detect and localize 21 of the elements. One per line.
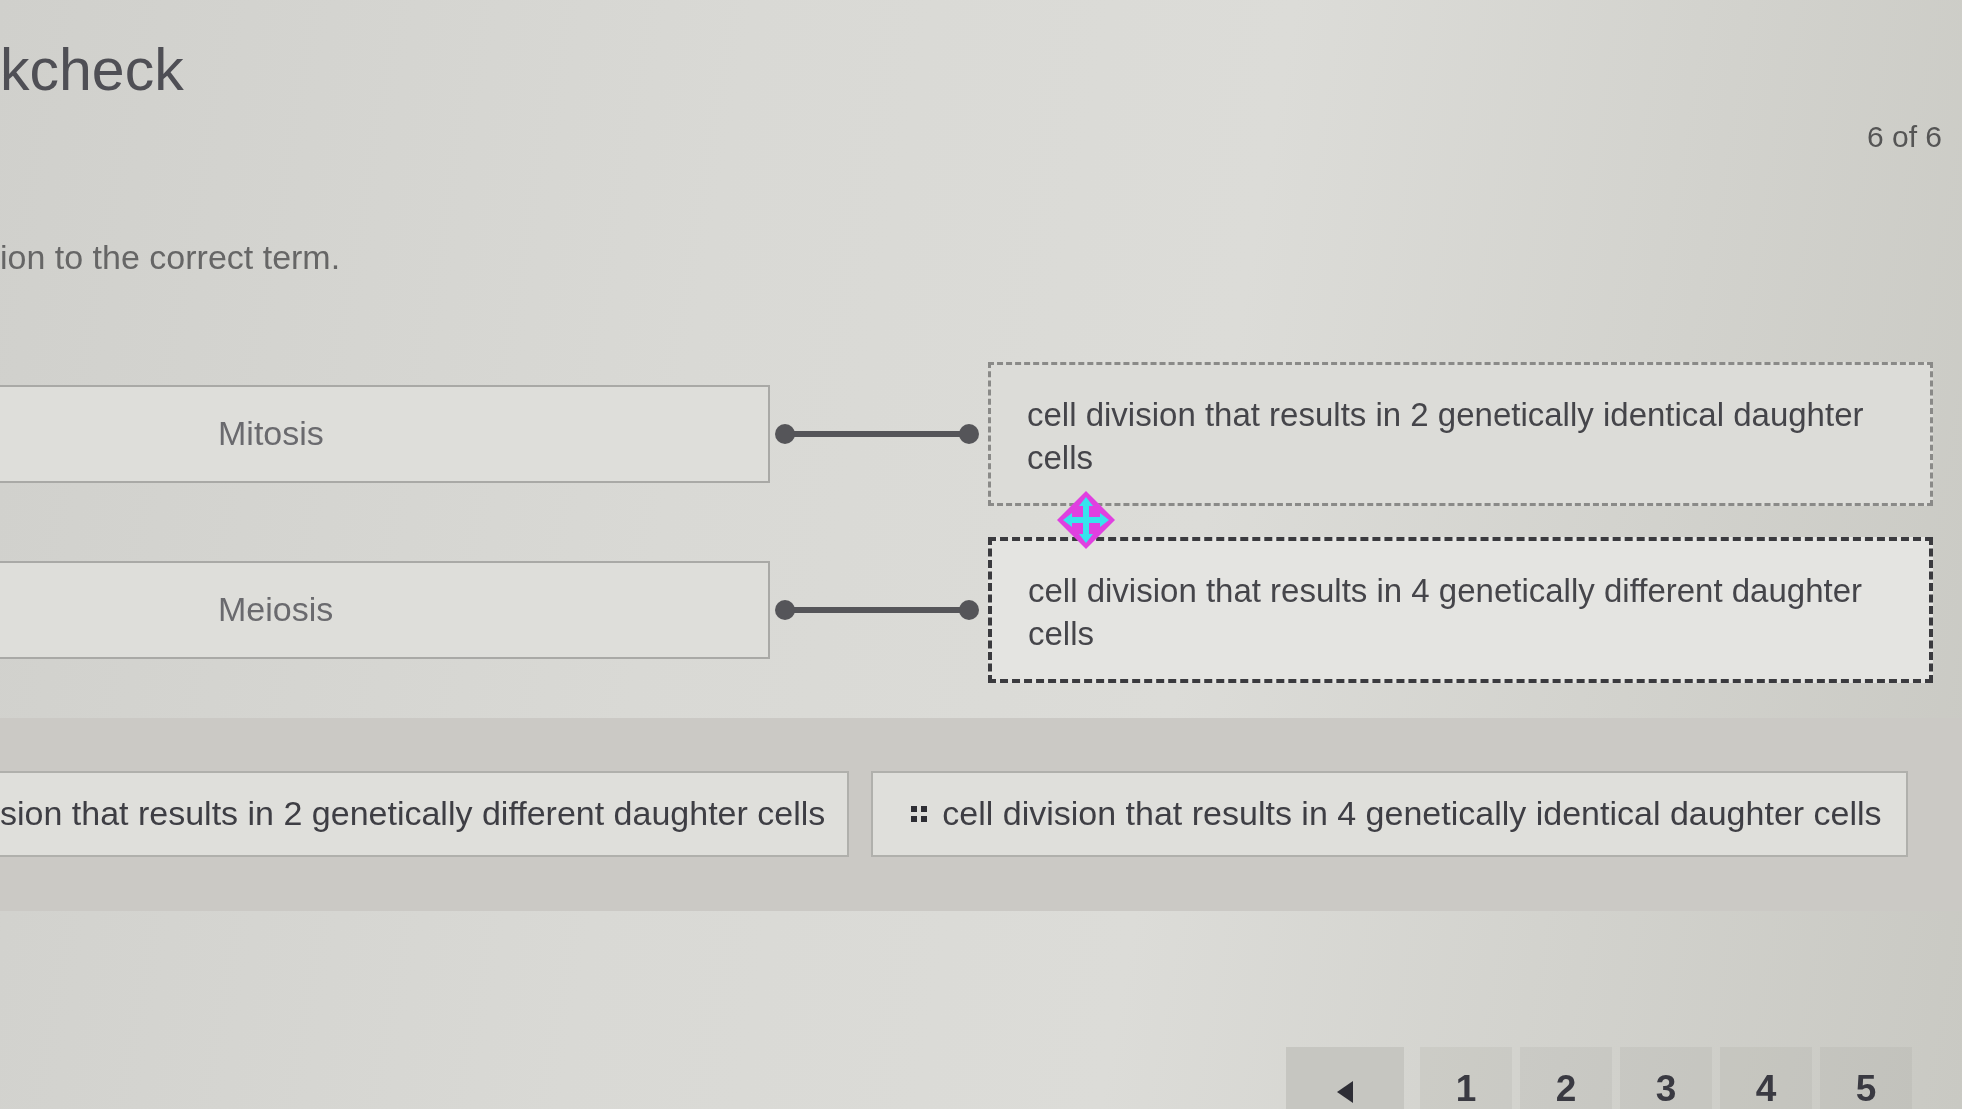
- page-number-button[interactable]: 3: [1620, 1047, 1712, 1109]
- draggable-answer[interactable]: cell division that results in 4 genetically identical daughter cells: [871, 770, 1908, 857]
- left-triangle-icon: [1337, 1081, 1353, 1103]
- answer-text: sion that results in 2 genetically different daughter cells: [0, 794, 826, 834]
- page-number-button[interactable]: 4: [1720, 1047, 1812, 1109]
- question-counter: 6 of 6: [1866, 119, 1942, 154]
- answer-drop-zone[interactable]: cell division that results in 2 genetically identical daughter cells: [988, 361, 1933, 506]
- previous-page-button[interactable]: [1286, 1047, 1404, 1109]
- answer-text: cell division that results in 4 genetically identical daughter cells: [942, 794, 1882, 834]
- draggable-answer[interactable]: sion that results in 2 genetically different daughter cells: [0, 770, 850, 857]
- page-number-button[interactable]: 5: [1820, 1047, 1912, 1109]
- drag-handle-icon: [911, 805, 928, 822]
- answer-text: cell division that results in 2 genetically identical daughter cells: [1027, 394, 1865, 478]
- term-label: Mitosis: [218, 414, 324, 454]
- page-title: kcheck: [0, 36, 184, 103]
- page-number-button[interactable]: 1: [1420, 1047, 1512, 1109]
- answer-text: cell division that results in 4 genetically different daughter cells: [1028, 570, 1864, 654]
- page-number-button[interactable]: 2: [1520, 1047, 1612, 1109]
- term-label: Meiosis: [218, 590, 334, 630]
- instruction-text: ion to the correct term.: [0, 237, 341, 277]
- move-cursor-icon: [1055, 488, 1117, 551]
